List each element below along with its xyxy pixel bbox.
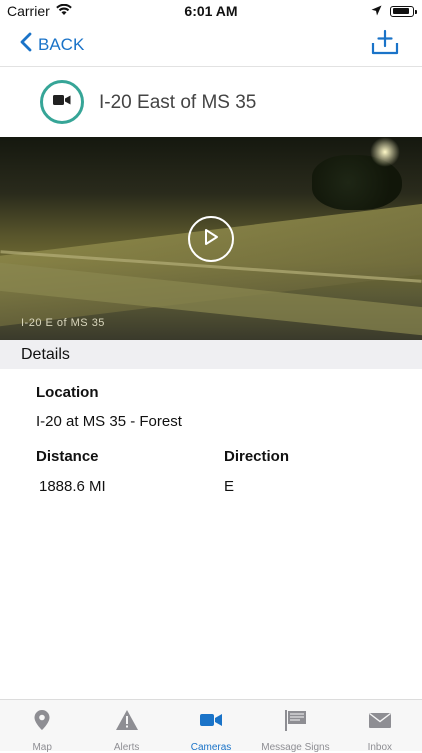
camera-video[interactable]: I-20 E of MS 35 [0,137,422,340]
battery-fill [392,8,409,14]
upload-icon [370,29,400,62]
camera-badge [40,80,84,124]
camera-title: I-20 East of MS 35 [99,92,257,113]
nav-bar: BACK [0,22,422,67]
map-pin-icon [31,709,53,736]
location-arrow-icon [371,3,382,19]
battery-icon [390,5,417,17]
distance-value: 1888.6 MI [39,478,106,495]
tab-bar: Map Alerts Cameras Message Signs Inbox [0,699,422,753]
tab-message-signs[interactable]: Message Signs [253,700,337,753]
video-camera-icon [199,709,223,736]
mail-icon [368,709,392,736]
details-header: Details [0,340,422,369]
tab-label: Inbox [367,742,393,753]
share-button[interactable] [370,28,400,63]
tab-label: Cameras [190,742,232,753]
tab-alerts[interactable]: Alerts [84,700,168,753]
details-title: Details [21,346,70,363]
status-bar: Carrier 6:01 AM [0,0,422,22]
location-value: I-20 at MS 35 - Forest [36,413,182,430]
status-time: 6:01 AM [184,3,238,19]
chevron-left-icon [20,32,38,57]
sign-icon [283,709,307,736]
distance-label: Distance [36,448,99,465]
tab-label: Alerts [113,742,140,753]
tab-label: Message Signs [261,742,330,753]
play-button[interactable] [188,216,234,262]
warning-icon [115,709,139,736]
tab-cameras[interactable]: Cameras [169,700,253,753]
direction-label: Direction [224,448,290,465]
tab-inbox[interactable]: Inbox [338,700,422,753]
location-label: Location [36,384,99,401]
camera-header: I-20 East of MS 35 [0,67,422,137]
direction-value: E [224,478,235,495]
back-label: BACK [38,34,85,54]
tab-map[interactable]: Map [0,700,84,753]
back-button[interactable]: BACK [20,32,84,57]
video-camera-icon [53,93,71,111]
play-icon [203,228,219,251]
video-overlay-text: I-20 E of MS 35 [21,317,105,329]
tab-label: Map [32,742,52,753]
